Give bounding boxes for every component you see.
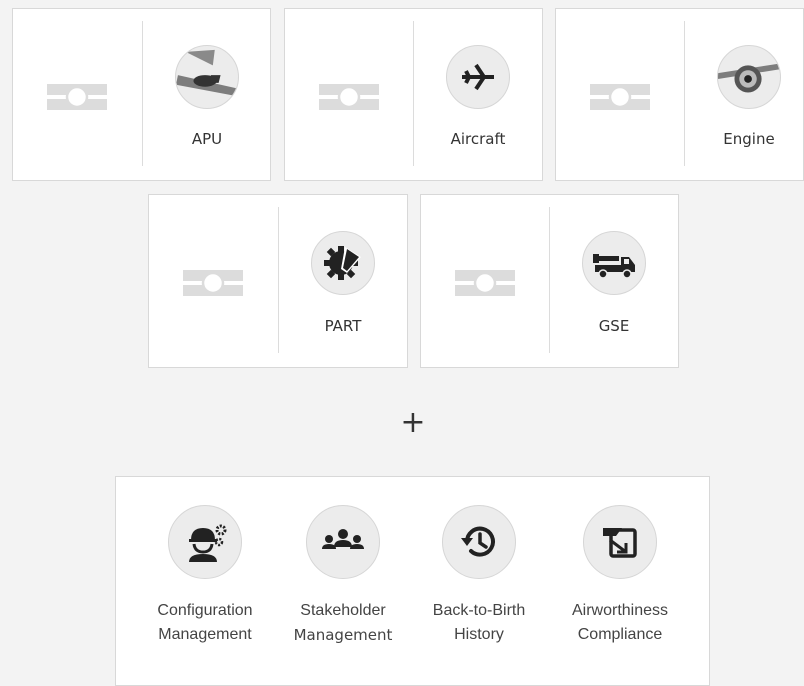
feature-label-configuration: Configuration Management <box>135 599 275 647</box>
engine-icon <box>717 45 781 109</box>
feature-label-airworthiness: Airworthiness Compliance <box>550 599 690 647</box>
features-panel: Configuration Management Stakeholder Man… <box>115 476 710 686</box>
asset-card-label: APU <box>191 130 223 148</box>
feature-label-history: Back-to-Birth History <box>409 599 549 647</box>
feature-label-line: Management <box>158 626 252 643</box>
asset-card-apu[interactable]: APU <box>12 8 271 181</box>
gse-truck-icon <box>582 231 646 295</box>
feature-label-stakeholder: Stakeholder Management <box>273 599 413 647</box>
feature-label-line: Back-to-Birth <box>432 602 526 619</box>
placeholder-image-icon <box>319 82 379 112</box>
configuration-icon <box>168 505 242 579</box>
stakeholder-icon <box>306 505 380 579</box>
asset-card-engine[interactable]: Engine <box>555 8 804 181</box>
feature-label-line: Management <box>293 626 393 644</box>
placeholder-image-icon <box>183 268 243 298</box>
placeholder-image-icon <box>455 268 515 298</box>
feature-label-line: Compliance <box>577 626 663 643</box>
placeholder-image-icon <box>47 82 107 112</box>
feature-label-line: Configuration <box>157 602 253 619</box>
feature-label-line: Airworthiness <box>571 602 669 619</box>
history-icon <box>442 505 516 579</box>
plus-sign: + <box>400 405 426 440</box>
asset-card-label: Engine <box>723 130 775 148</box>
part-icon <box>311 231 375 295</box>
feature-label-line: History <box>454 626 504 643</box>
airplane-icon <box>446 45 510 109</box>
asset-card-part[interactable]: PART <box>148 194 408 368</box>
placeholder-image-icon <box>590 82 650 112</box>
asset-card-label: Aircraft <box>450 130 506 148</box>
apu-icon <box>175 45 239 109</box>
asset-card-aircraft[interactable]: Aircraft <box>284 8 543 181</box>
feature-label-line: Stakeholder <box>300 602 386 619</box>
asset-card-gse[interactable]: GSE <box>420 194 679 368</box>
airworthiness-icon <box>583 505 657 579</box>
asset-card-label: GSE <box>598 317 630 335</box>
asset-card-label: PART <box>324 317 362 335</box>
